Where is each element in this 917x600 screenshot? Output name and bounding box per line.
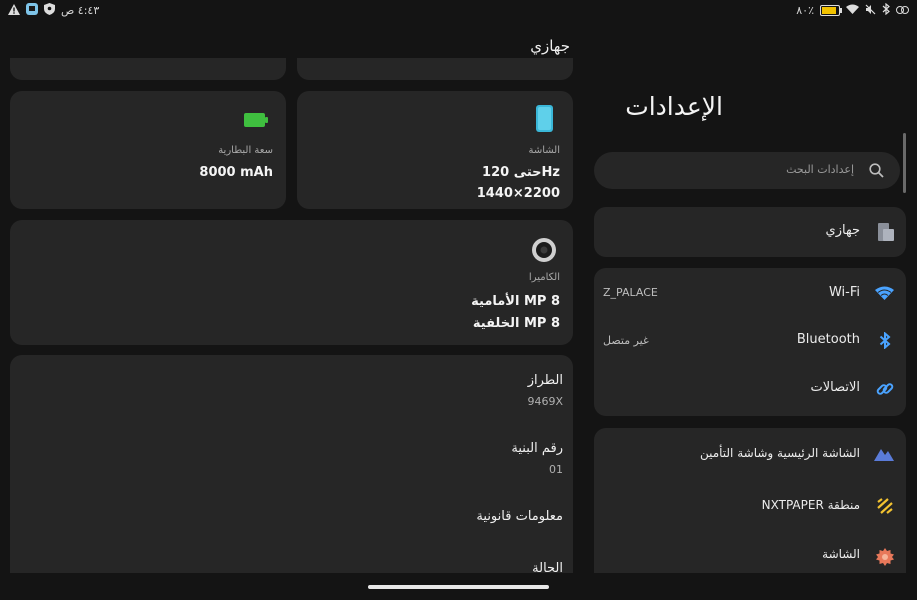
scrollbar[interactable]: [903, 133, 906, 193]
connections-label: الاتصالات: [810, 380, 860, 395]
build-number-value: 01: [549, 463, 563, 476]
link-status-icon: [896, 4, 909, 17]
nxtpaper-label: منطقة NXTPAPER: [761, 498, 860, 512]
mute-icon: [865, 4, 876, 18]
wifi-item[interactable]: Wi-Fi Z_PALACE: [594, 268, 906, 316]
status-bar-right: ٨٠٪: [796, 2, 909, 18]
build-number-label[interactable]: رقم البنية: [511, 441, 563, 456]
camera-lens-icon: [532, 238, 556, 266]
battery-level-fill: [822, 7, 836, 14]
battery-label: سعة البطارية: [218, 145, 273, 156]
status-item[interactable]: الحالة: [532, 561, 563, 573]
model-label: الطراز: [527, 373, 563, 388]
bluetooth-item[interactable]: Bluetooth غير متصل: [594, 316, 906, 364]
bluetooth-label: Bluetooth: [796, 332, 860, 347]
nxtpaper-icon: [877, 498, 893, 518]
location-shield-icon: [44, 3, 55, 18]
search-bar[interactable]: إعدادات البحث: [594, 152, 900, 189]
scrolled-card-left: [10, 58, 286, 80]
wifi-label: Wi-Fi: [828, 285, 860, 300]
gesture-home-bar[interactable]: [368, 585, 549, 589]
nxtpaper-item[interactable]: منطقة NXTPAPER: [594, 480, 906, 530]
battery-value: 8000 mAh: [199, 165, 273, 180]
screen-label: الشاشة: [528, 145, 560, 156]
display-card: الشاشة الرئيسية وشاشة التأمين منطقة NXTP…: [594, 428, 906, 573]
camera-front-value: الأمامية MP 8: [471, 294, 560, 309]
battery-green-icon: [244, 112, 268, 132]
battery-icon: [820, 5, 842, 16]
home-lock-screen-label: الشاشة الرئيسية وشاشة التأمين: [699, 446, 860, 460]
search-icon: [869, 163, 884, 182]
sun-icon: [876, 548, 894, 570]
screen-device-icon: [536, 105, 553, 136]
mountain-icon: [874, 446, 894, 465]
info-card: الطراز 9469X رقم البنية 01 معلومات قانون…: [10, 355, 573, 573]
status-bar-left: ٤:٤٣ ص: [8, 3, 99, 18]
wifi-icon: [875, 285, 894, 304]
display-item[interactable]: الشاشة: [594, 532, 906, 573]
warning-icon: [8, 3, 20, 18]
screen-card[interactable]: الشاشة حتى 120Hz 1440×2200: [297, 91, 573, 209]
screen-refresh-value: حتى 120Hz: [482, 165, 560, 180]
bluetooth-icon: [879, 331, 891, 353]
page-title: جهازي: [530, 37, 570, 55]
my-device-icon: [878, 223, 894, 245]
camera-back-value: الخلفية MP 8: [472, 316, 560, 331]
connections-card: Wi-Fi Z_PALACE Bluetooth غير متصل الاتصا…: [594, 268, 906, 416]
my-device-label: جهازي: [825, 223, 860, 238]
link-icon: [876, 380, 894, 402]
battery-percent: ٨٠٪: [796, 4, 814, 17]
app-notification-icon: [26, 3, 38, 18]
connections-item[interactable]: الاتصالات: [594, 364, 906, 414]
search-input[interactable]: إعدادات البحث: [786, 163, 854, 176]
status-time: ٤:٤٣ ص: [61, 4, 100, 17]
my-device-item[interactable]: جهازي: [594, 207, 906, 257]
legal-info-item[interactable]: معلومات قانونية: [476, 509, 563, 524]
wifi-status-icon: [846, 4, 859, 17]
bluetooth-status-icon: [882, 2, 890, 18]
camera-card[interactable]: الكاميرا الأمامية MP 8 الخلفية MP 8: [10, 220, 573, 345]
display-label: الشاشة: [822, 547, 860, 561]
home-lock-screen-item[interactable]: الشاشة الرئيسية وشاشة التأمين: [594, 428, 906, 478]
model-value: 9469X: [527, 395, 563, 408]
battery-card[interactable]: سعة البطارية 8000 mAh: [10, 91, 286, 209]
wifi-network-value: Z_PALACE: [603, 286, 658, 299]
settings-title: الإعدادات: [625, 92, 723, 121]
scrolled-card-right: [297, 58, 573, 80]
screen-resolution-value: 1440×2200: [476, 186, 560, 201]
bluetooth-status-value: غير متصل: [603, 334, 649, 347]
camera-label: الكاميرا: [528, 272, 560, 283]
